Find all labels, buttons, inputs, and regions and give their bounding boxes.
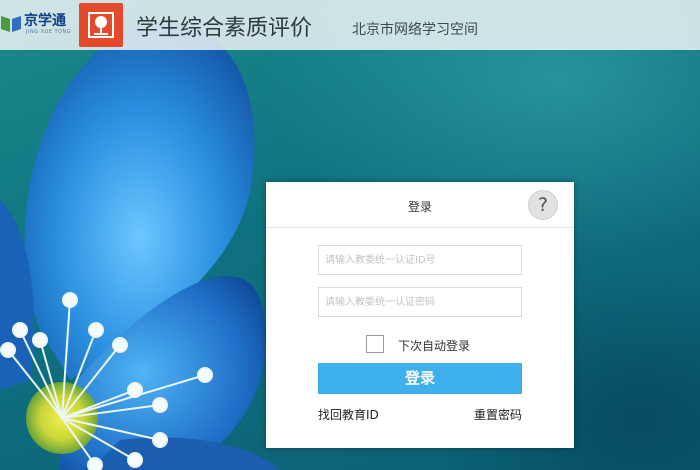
book-icon — [1, 16, 21, 32]
tree-icon — [88, 12, 114, 38]
brand-logo-subtext: JING XUE TONG — [26, 29, 72, 35]
site-name: 北京市网络学习空间 — [352, 22, 478, 38]
remember-checkbox[interactable] — [366, 335, 384, 353]
brand-logo[interactable]: 京学通 JING XUE TONG — [0, 7, 76, 41]
app-badge[interactable] — [79, 3, 123, 47]
find-id-link[interactable]: 找回教育ID — [318, 406, 379, 423]
username-input[interactable] — [318, 245, 522, 275]
login-card-header: 登录 ? — [266, 182, 574, 228]
reset-password-link[interactable]: 重置密码 — [474, 406, 522, 423]
top-header-bar: 京学通 JING XUE TONG 学生综合素质评价 北京市网络学习空间 — [0, 0, 700, 50]
login-button[interactable]: 登录 — [318, 363, 522, 394]
password-input[interactable] — [318, 287, 522, 317]
login-card: 登录 ? 下次自动登录 登录 找回教育ID 重置密码 — [266, 182, 574, 448]
help-icon[interactable]: ? — [528, 190, 558, 220]
remember-me[interactable]: 下次自动登录 — [366, 334, 496, 354]
remember-label: 下次自动登录 — [398, 339, 471, 353]
app-title: 学生综合素质评价 — [136, 16, 313, 41]
brand-logo-text: 京学通 — [24, 13, 66, 29]
